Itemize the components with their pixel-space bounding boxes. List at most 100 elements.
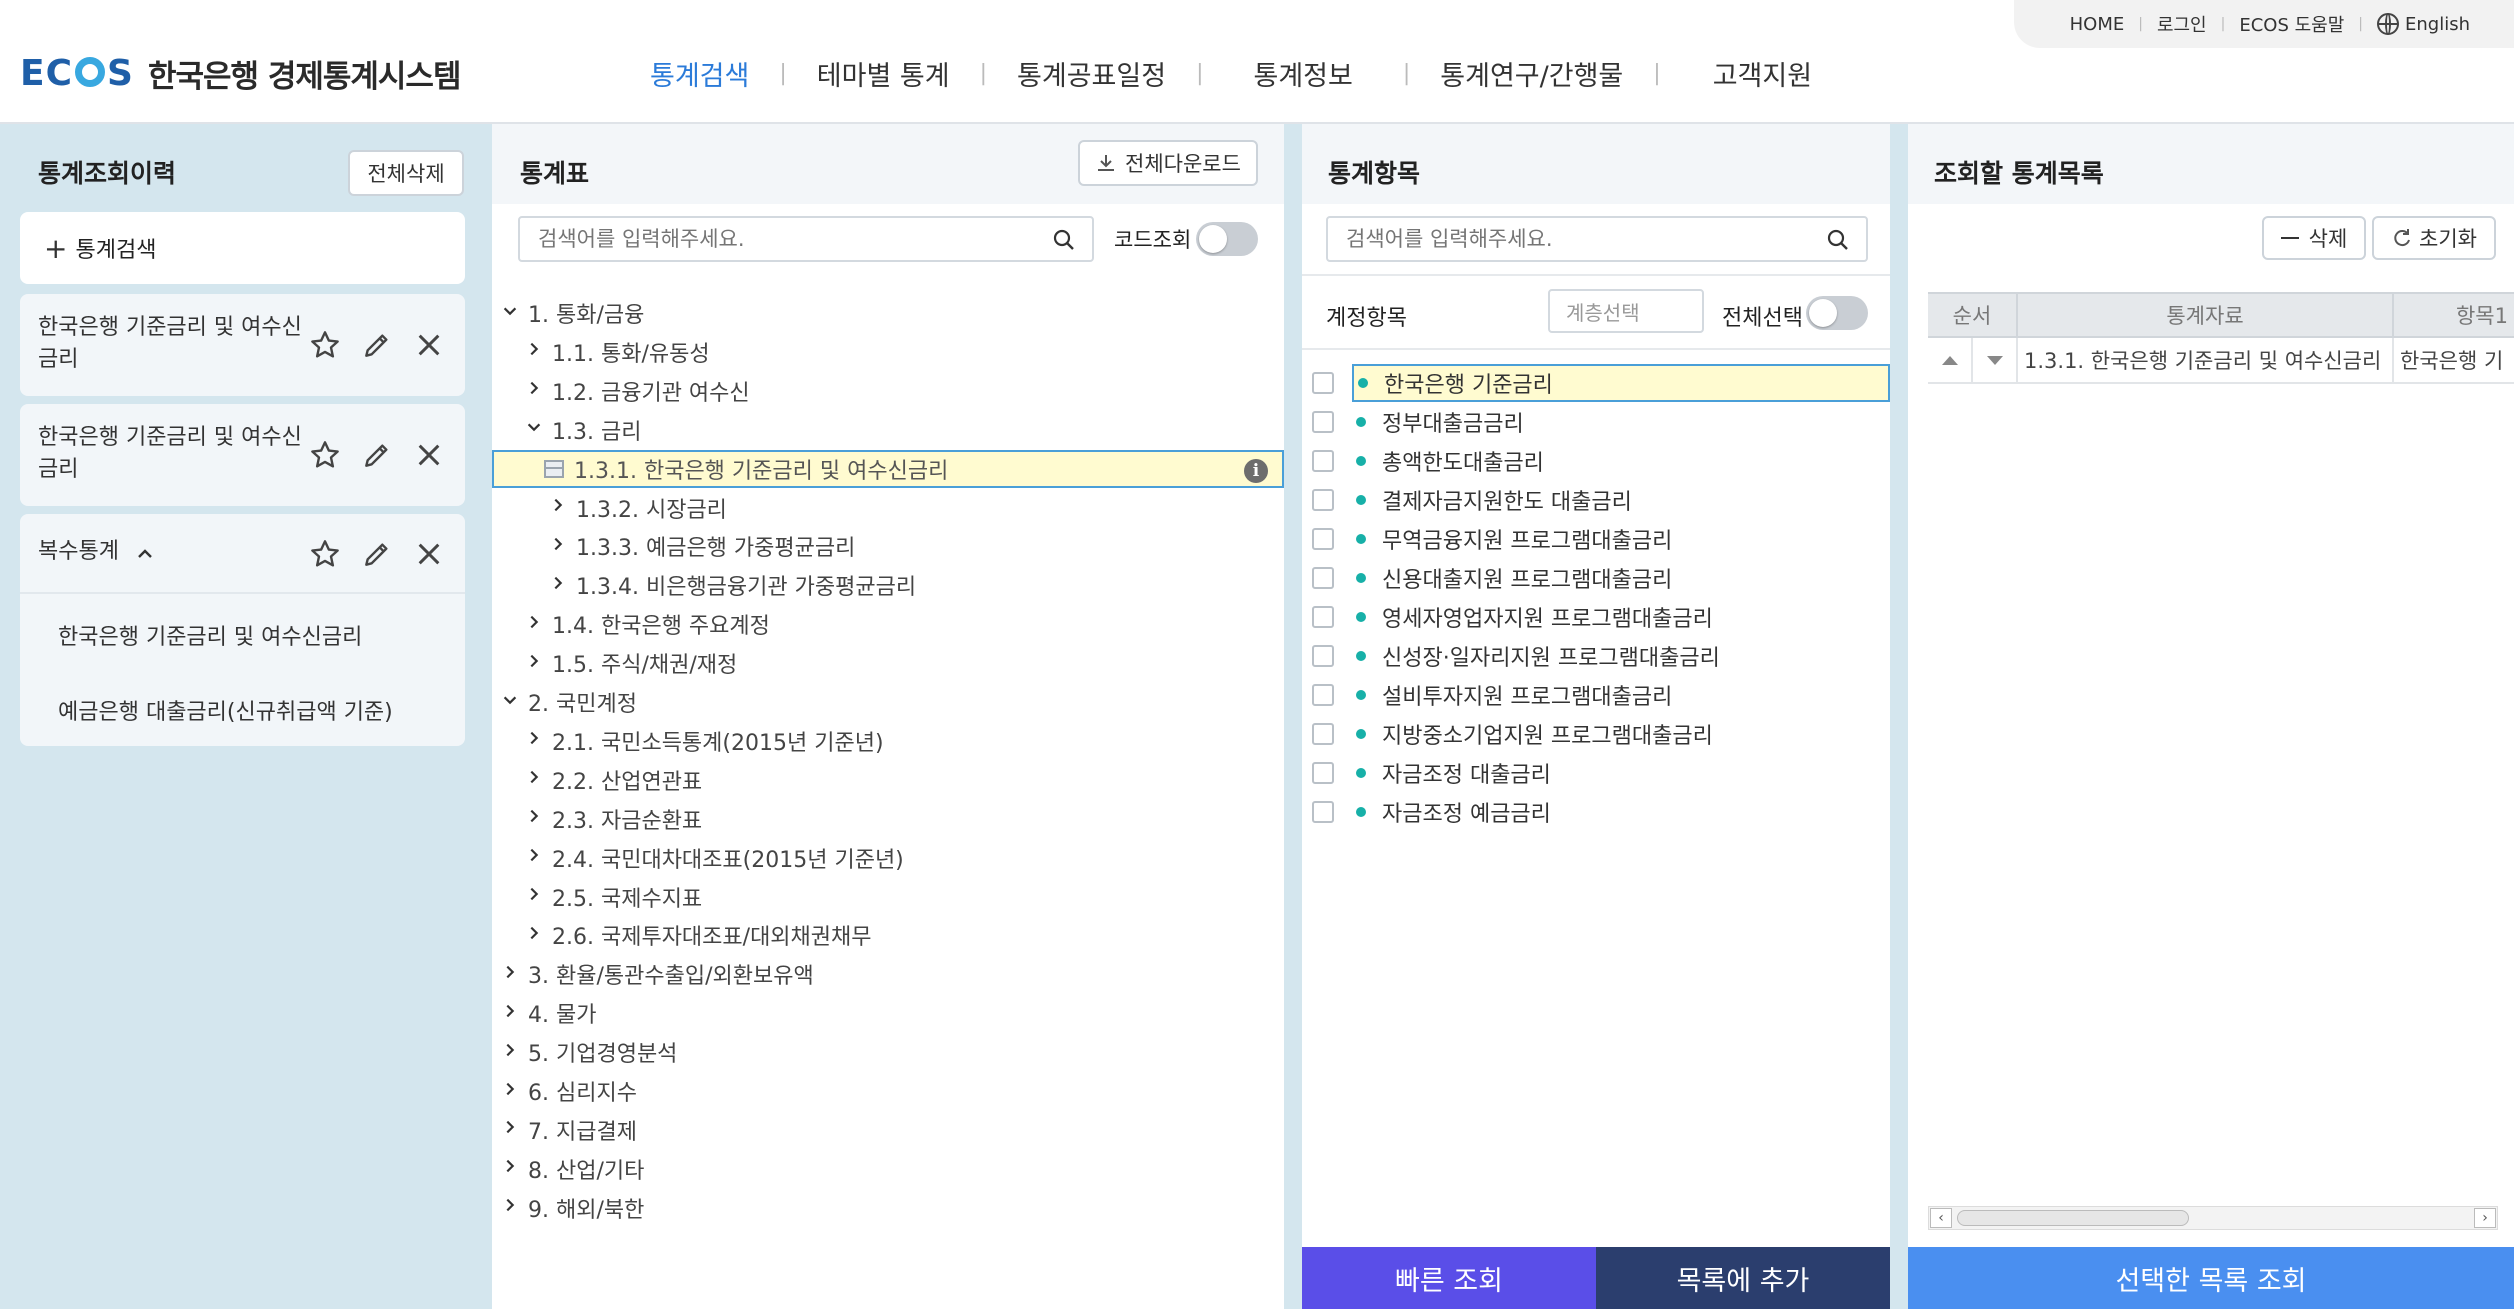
tree-node[interactable]: 9. 해외/북한 xyxy=(500,1189,644,1227)
stat-items-search-input[interactable] xyxy=(1328,218,1866,260)
chevron-down-icon[interactable] xyxy=(500,691,520,714)
chevron-right-icon[interactable] xyxy=(500,1080,520,1103)
chevron-right-icon[interactable] xyxy=(524,729,544,752)
tree-node[interactable]: 2.4. 국민대차대조표(2015년 기준년) xyxy=(524,839,904,877)
code-lookup-toggle[interactable] xyxy=(1196,222,1258,256)
tree-node[interactable]: 1.4. 한국은행 주요계정 xyxy=(524,605,770,643)
chevron-right-icon[interactable] xyxy=(500,1002,520,1025)
chevron-right-icon[interactable] xyxy=(548,496,568,519)
star-icon[interactable] xyxy=(309,538,341,570)
site-logo[interactable]: EC S 한국은행 경제통계시스템 xyxy=(20,48,461,98)
tree-node[interactable]: 1.3.2. 시장금리 xyxy=(548,489,727,527)
item-checkbox[interactable] xyxy=(1312,489,1334,511)
item-checkbox[interactable] xyxy=(1312,684,1334,706)
table-row[interactable]: 1.3.1. 한국은행 기준금리 및 여수신금리 한국은행 기 xyxy=(1928,338,2514,384)
chevron-right-icon[interactable] xyxy=(500,1157,520,1180)
query-selected-button[interactable]: 선택한 목록 조회 xyxy=(1908,1247,2514,1309)
tree-node[interactable]: 2.1. 국민소득통계(2015년 기준년) xyxy=(524,722,884,760)
item-checkbox[interactable] xyxy=(1312,801,1334,823)
nav-release-schedule[interactable]: 통계공표일정 xyxy=(987,54,1196,93)
chevron-right-icon[interactable] xyxy=(524,846,544,869)
star-icon[interactable] xyxy=(309,329,341,361)
chevron-right-icon[interactable] xyxy=(524,807,544,830)
chevron-right-icon[interactable] xyxy=(524,379,544,402)
chevron-right-icon[interactable] xyxy=(548,535,568,558)
util-english-link[interactable]: English xyxy=(2363,13,2484,35)
tree-node[interactable]: 3. 환율/통관수출입/외환보유액 xyxy=(500,955,814,993)
close-icon[interactable] xyxy=(413,439,445,471)
select-all-toggle[interactable] xyxy=(1806,296,1868,330)
scrollbar-thumb[interactable] xyxy=(1957,1210,2189,1226)
list-item[interactable]: 결제자금지원한도 대출금리 xyxy=(1302,481,1890,519)
tree-node[interactable]: 2. 국민계정 xyxy=(500,683,637,721)
nav-research[interactable]: 통계연구/간행물 xyxy=(1410,54,1653,93)
tree-node[interactable]: 2.3. 자금순환표 xyxy=(524,800,702,838)
star-icon[interactable] xyxy=(309,439,341,471)
tree-node[interactable]: 7. 지급결제 xyxy=(500,1111,637,1149)
chevron-down-icon[interactable] xyxy=(500,302,520,325)
list-item[interactable]: 설비투자지원 프로그램대출금리 xyxy=(1302,676,1890,714)
chevron-right-icon[interactable] xyxy=(524,340,544,363)
item-checkbox[interactable] xyxy=(1312,567,1334,589)
nav-stat-search[interactable]: 통계검색 xyxy=(620,54,779,93)
chevron-right-icon[interactable] xyxy=(524,613,544,636)
tree-node[interactable]: 1.3.4. 비은행금융기관 가중평균금리 xyxy=(548,566,916,604)
tree-node[interactable]: 2.5. 국제수지표 xyxy=(524,878,702,916)
reset-button[interactable]: 초기화 xyxy=(2372,216,2496,260)
chevron-right-icon[interactable] xyxy=(500,963,520,986)
horizontal-scrollbar[interactable]: ‹ › xyxy=(1928,1206,2498,1230)
list-item[interactable]: 자금조정 예금금리 xyxy=(1302,793,1890,831)
tree-node[interactable]: 4. 물가 xyxy=(500,994,596,1032)
chevron-right-icon[interactable] xyxy=(524,924,544,947)
chevron-right-icon[interactable] xyxy=(500,1196,520,1219)
close-icon[interactable] xyxy=(413,329,445,361)
row-order-down[interactable] xyxy=(1973,338,2018,382)
tree-node[interactable]: 1.2. 금융기관 여수신 xyxy=(524,372,750,410)
tree-node[interactable]: 2.2. 산업연관표 xyxy=(524,761,702,799)
chevron-down-icon[interactable] xyxy=(524,418,544,441)
layer-select-dropdown[interactable]: 계층선택 xyxy=(1548,289,1704,333)
list-item[interactable]: 한국은행 기준금리 xyxy=(1302,364,1890,402)
util-home-link[interactable]: HOME xyxy=(2056,14,2139,35)
item-checkbox[interactable] xyxy=(1312,528,1334,550)
stat-table-search-input[interactable] xyxy=(520,218,1092,260)
tree-node[interactable]: 2.6. 국제투자대조표/대외채권채무 xyxy=(524,916,872,954)
list-item[interactable]: 총액한도대출금리 xyxy=(1302,442,1890,480)
tree-node[interactable]: 1.3.3. 예금은행 가중평균금리 xyxy=(548,527,855,565)
edit-pencil-icon[interactable] xyxy=(361,439,393,471)
tree-node[interactable]: 5. 기업경영분석 xyxy=(500,1033,677,1071)
list-item[interactable]: 영세자영업자지원 프로그램대출금리 xyxy=(1302,598,1890,636)
add-to-list-button[interactable]: 목록에 추가 xyxy=(1596,1247,1890,1309)
util-help-link[interactable]: ECOS 도움말 xyxy=(2225,11,2358,37)
quick-search-button[interactable]: 빠른 조회 xyxy=(1302,1247,1596,1309)
download-all-button[interactable]: 전체다운로드 xyxy=(1078,140,1258,186)
multi-stat-header[interactable]: 복수통계 xyxy=(38,536,155,568)
item-checkbox[interactable] xyxy=(1312,762,1334,784)
nav-support[interactable]: 고객지원 xyxy=(1661,54,1842,93)
tree-node[interactable]: 1.5. 주식/채권/재정 xyxy=(524,644,737,682)
item-checkbox[interactable] xyxy=(1312,723,1334,745)
chevron-right-icon[interactable] xyxy=(524,652,544,675)
list-item[interactable]: 정부대출금금리 xyxy=(1302,403,1890,441)
multi-stat-item[interactable]: 한국은행 기준금리 및 여수신금리 xyxy=(58,619,362,651)
tree-node-selected[interactable]: 1.3.1. 한국은행 기준금리 및 여수신금리 i xyxy=(492,449,1284,488)
item-checkbox[interactable] xyxy=(1312,606,1334,628)
tree-node[interactable]: 1. 통화/금융 xyxy=(500,294,644,332)
history-card[interactable]: 한국은행 기준금리 및 여수신 금리 xyxy=(20,404,465,506)
multi-stat-item[interactable]: 예금은행 대출금리(신규취급액 기준) xyxy=(58,694,393,726)
item-checkbox[interactable] xyxy=(1312,450,1334,472)
delete-button[interactable]: 삭제 xyxy=(2262,216,2366,260)
search-icon[interactable] xyxy=(1052,228,1076,252)
scroll-left-arrow[interactable]: ‹ xyxy=(1930,1208,1952,1228)
tree-node[interactable]: 6. 심리지수 xyxy=(500,1072,637,1110)
delete-all-button[interactable]: 전체삭제 xyxy=(348,150,464,196)
new-search-button[interactable]: + 통계검색 xyxy=(20,212,465,284)
chevron-right-icon[interactable] xyxy=(524,885,544,908)
list-item[interactable]: 무역금융지원 프로그램대출금리 xyxy=(1302,520,1890,558)
tree-node[interactable]: 1.1. 통화/유동성 xyxy=(524,333,710,371)
chevron-right-icon[interactable] xyxy=(500,1041,520,1064)
item-checkbox[interactable] xyxy=(1312,372,1334,394)
item-checkbox[interactable] xyxy=(1312,411,1334,433)
scroll-right-arrow[interactable]: › xyxy=(2474,1208,2496,1228)
util-login-link[interactable]: 로그인 xyxy=(2143,11,2221,37)
